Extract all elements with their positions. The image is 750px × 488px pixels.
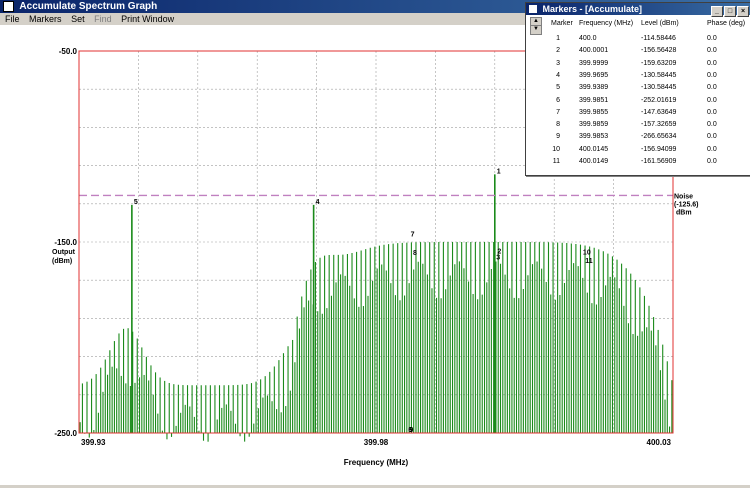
- marker-cell: 5: [556, 84, 560, 92]
- table-row[interactable]: 3 399.9999 -159.63209 0.0: [526, 58, 750, 69]
- menu-markers[interactable]: Markers: [29, 14, 62, 24]
- frequency-cell: 399.9853: [579, 133, 609, 141]
- table-row[interactable]: 9 399.9853 -266.65634 0.0: [526, 131, 750, 142]
- frequency-cell: 400.0001: [579, 47, 609, 55]
- spin-up-icon[interactable]: ▲: [531, 18, 541, 26]
- marker-cell: 1: [556, 35, 560, 42]
- marker-cell: 11: [552, 158, 560, 165]
- marker-cell: 8: [556, 121, 560, 129]
- phase-cell: 0.0: [707, 158, 717, 165]
- y-tick-label: -150.0: [54, 238, 77, 247]
- markers-window-icon: [529, 5, 537, 13]
- spin-down-icon[interactable]: ▼: [531, 26, 541, 33]
- y-tick-label: -50.0: [59, 47, 78, 56]
- noise-level-label: (-125.6): [674, 201, 699, 208]
- app-icon: [3, 1, 14, 12]
- frequency-cell: 400.0149: [579, 158, 609, 165]
- marker-cell: 2: [556, 47, 560, 55]
- frequency-cell: 400.0145: [579, 145, 609, 153]
- frequency-cell: 399.9859: [579, 121, 609, 129]
- marker-label: 7: [411, 231, 415, 238]
- y-axis-label-unit: (dBm): [52, 258, 72, 265]
- frequency-cell: 399.9999: [579, 59, 609, 67]
- table-row[interactable]: 11 400.0149 -161.56909 0.0: [526, 156, 750, 167]
- marker-label: 4: [316, 199, 320, 206]
- marker-cell: 9: [556, 133, 560, 141]
- y-axis-label: Output: [52, 249, 76, 256]
- frequency-cell: 399.9851: [579, 96, 609, 104]
- phase-cell: 0.0: [707, 59, 717, 67]
- frequency-cell: 399.9389: [579, 84, 609, 92]
- window-title: Accumulate Spectrum Graph: [19, 1, 158, 12]
- level-cell: -130.58445: [641, 84, 677, 92]
- level-cell: -157.32659: [641, 121, 677, 129]
- marker-cell: 6: [556, 96, 560, 104]
- level-cell: -159.63209: [641, 59, 677, 67]
- close-button[interactable]: ×: [737, 6, 749, 17]
- table-row[interactable]: 1 400.0 -114.58446 0.0: [526, 33, 750, 44]
- level-cell: -130.58445: [641, 71, 677, 79]
- minimize-button[interactable]: _: [711, 6, 723, 17]
- x-tick-label: 399.93: [81, 438, 106, 447]
- marker-label: 1: [497, 168, 501, 175]
- marker-label: 5: [134, 199, 138, 206]
- phase-cell: 0.0: [707, 84, 717, 92]
- frequency-cell: 399.9855: [579, 108, 609, 116]
- menu-find: Find: [94, 14, 112, 24]
- marker-cell: 3: [556, 59, 560, 67]
- marker-cell: 4: [556, 71, 560, 79]
- menu-file[interactable]: File: [5, 14, 20, 24]
- marker-cell: 7: [556, 108, 560, 116]
- menu-set[interactable]: Set: [71, 14, 85, 24]
- marker-label: 10: [583, 249, 591, 256]
- level-cell: -156.56428: [641, 47, 677, 55]
- markers-window-title: Markers - [Accumulate]: [542, 4, 643, 14]
- markers-window-titlebar[interactable]: Markers - [Accumulate] _ □ ×: [526, 3, 750, 17]
- table-row[interactable]: 5 399.9389 -130.58445 0.0: [526, 82, 750, 93]
- header-level: Level (dBm): [641, 20, 679, 27]
- level-cell: -156.94099: [641, 145, 677, 153]
- noise-unit-label: dBm: [676, 209, 692, 216]
- phase-cell: 0.0: [707, 108, 717, 116]
- level-cell: -114.58446: [641, 35, 676, 42]
- level-cell: -266.65634: [641, 133, 677, 141]
- marker-label: 3: [496, 254, 500, 261]
- x-tick-label: 400.03: [647, 438, 672, 447]
- level-cell: -161.56909: [641, 158, 677, 165]
- phase-cell: 0.0: [707, 145, 717, 153]
- markers-window[interactable]: Markers - [Accumulate] _ □ × ▲ ▼ Marker Fr…: [525, 2, 750, 176]
- marker-label: 8: [413, 250, 417, 257]
- table-row[interactable]: 8 399.9859 -157.32659 0.0: [526, 119, 750, 130]
- phase-cell: 0.0: [707, 121, 717, 129]
- table-row[interactable]: 2 400.0001 -156.56428 0.0: [526, 45, 750, 56]
- noise-label: Noise: [674, 193, 693, 200]
- table-row[interactable]: 10 400.0145 -156.94099 0.0: [526, 144, 750, 155]
- table-row[interactable]: 7 399.9855 -147.63649 0.0: [526, 107, 750, 118]
- level-cell: -147.63649: [641, 108, 677, 116]
- y-tick-label: -250.0: [54, 429, 77, 438]
- maximize-button[interactable]: □: [724, 6, 736, 17]
- marker-cell: 10: [552, 145, 560, 153]
- table-row[interactable]: 4 399.9695 -130.58445 0.0: [526, 70, 750, 81]
- header-marker: Marker: [551, 20, 573, 27]
- menu-print-window[interactable]: Print Window: [121, 14, 174, 24]
- x-tick-label: 399.98: [364, 438, 389, 447]
- header-frequency: Frequency (MHz): [579, 20, 634, 27]
- phase-cell: 0.0: [707, 71, 717, 79]
- frequency-cell: 399.9695: [579, 71, 609, 79]
- phase-cell: 0.0: [707, 35, 717, 42]
- frequency-cell: 400.0: [579, 35, 597, 42]
- phase-cell: 0.0: [707, 133, 717, 141]
- level-cell: -252.01619: [641, 96, 677, 104]
- x-axis-label: Frequency (MHz): [344, 458, 409, 467]
- table-row[interactable]: 6 399.9851 -252.01619 0.0: [526, 95, 750, 106]
- phase-cell: 0.0: [707, 96, 717, 104]
- phase-cell: 0.0: [707, 47, 717, 55]
- marker-label: 11: [585, 258, 593, 265]
- header-phase: Phase (deg): [707, 20, 746, 27]
